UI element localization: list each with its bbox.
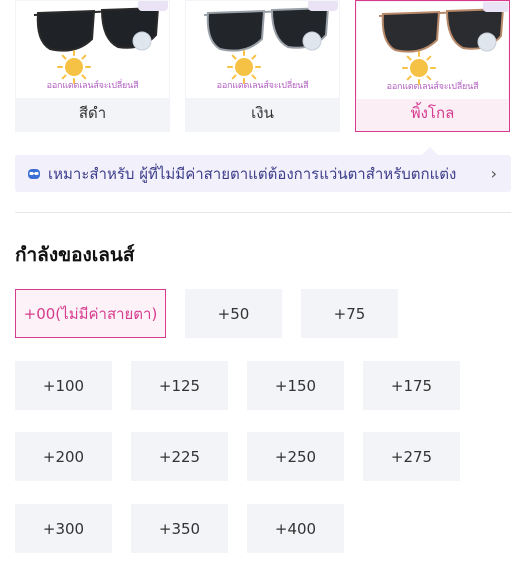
lens-sticker [132, 31, 152, 51]
power-option[interactable]: +125 [131, 361, 228, 410]
swatch-label: สีดำ [78, 104, 107, 122]
color-swatch-list: ออกแดดเลนส์จะเปลี่ยนสี สีดำ ออกแดดเลนส์จ… [15, 0, 511, 132]
sun-ray [406, 55, 412, 61]
swatch-label: พิ้งโกล [410, 104, 455, 122]
power-option[interactable]: +275 [363, 432, 460, 481]
sun-ray [426, 55, 432, 61]
swatch-silver[interactable]: ออกแดดเลนส์จะเปลี่ยนสี เงิน [185, 0, 340, 132]
sun-ray [61, 54, 67, 60]
sun-icon [235, 58, 253, 76]
decor-card [308, 1, 338, 11]
swatch-image: ออกแดดเลนส์จะเปลี่ยนสี [186, 1, 339, 98]
sun-ray [251, 54, 257, 60]
section-title: กำลังของเลนส์ [15, 244, 135, 266]
swatch-black[interactable]: ออกแดดเลนส์จะเปลี่ยนสี สีดำ [15, 0, 170, 132]
power-option[interactable]: +100 [15, 361, 112, 410]
sun-ray [231, 54, 237, 60]
power-option[interactable]: +200 [15, 432, 112, 481]
swatch-tagline: ออกแดดเลนส์จะเปลี่ยนสี [216, 81, 309, 91]
sun-icon [410, 59, 428, 77]
lens-sticker [302, 31, 322, 51]
power-option[interactable]: +75 [301, 289, 398, 338]
swatch-tagline: ออกแดดเลนส์จะเปลี่ยนสี [46, 81, 139, 91]
chevron-right-icon: › [490, 164, 497, 183]
power-option[interactable]: +50 [185, 289, 282, 338]
power-option[interactable]: +00(ไม่มีค่าสายตา) [15, 289, 166, 338]
sun-ray [81, 54, 87, 60]
swatch-tagline: ออกแดดเลนส์จะเปลี่ยนสี [386, 82, 479, 92]
power-option[interactable]: +225 [131, 432, 228, 481]
power-option[interactable]: +175 [363, 361, 460, 410]
swatch-pink-gold[interactable]: ออกแดดเลนส์จะเปลี่ยนสี พิ้งโกล [355, 0, 510, 132]
left-lens [36, 9, 96, 52]
sun-icon [65, 58, 83, 76]
lens-sticker [477, 32, 497, 52]
power-option[interactable]: +250 [247, 432, 344, 481]
swatch-image: ออกแดดเลนส์จะเปลี่ยนสี [16, 1, 169, 98]
decor-card [138, 1, 168, 11]
left-lens [206, 9, 266, 52]
power-option[interactable]: +350 [131, 504, 228, 553]
power-option[interactable]: +300 [15, 504, 112, 553]
power-option[interactable]: +150 [247, 361, 344, 410]
decor-card [483, 2, 508, 12]
swatch-image: ออกแดดเลนส์จะเปลี่ยนสี [357, 2, 508, 99]
divider [15, 212, 511, 213]
swatch-label: เงิน [251, 104, 274, 122]
notice-text: เหมาะสำหรับ ผู้ที่ไม่มีค่าสายตาแต่ต้องกา… [48, 164, 457, 183]
power-option[interactable]: +400 [247, 504, 344, 553]
notice-banner[interactable]: เหมาะสำหรับ ผู้ที่ไม่มีค่าสายตาแต่ต้องกา… [15, 155, 511, 192]
left-lens [381, 10, 441, 53]
glasses-robot-icon [28, 168, 40, 179]
